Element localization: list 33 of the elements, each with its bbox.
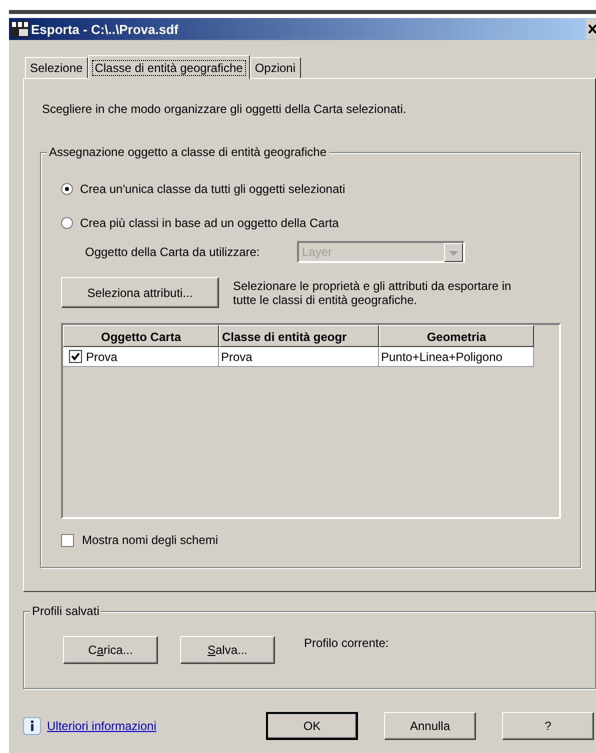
column-header[interactable]: Oggetto Carta: [63, 325, 219, 347]
table-cell: Prova: [221, 350, 252, 364]
tab[interactable]: Opzioni: [250, 57, 300, 78]
tab[interactable]: Classe di entità geografiche: [88, 55, 250, 79]
dialog-button[interactable]: OK: [266, 712, 358, 740]
more-info-link[interactable]: Ulteriori informazioni: [47, 718, 156, 732]
group-title: Assegnazione oggetto a classe di entità geografiche: [47, 145, 329, 159]
table-cell: Punto+Linea+Poligono: [381, 350, 502, 364]
window-title: Esporta - C:\..\Prova.sdf: [31, 22, 178, 36]
current-profile-label: Profilo corrente:: [304, 636, 389, 650]
dialog-button[interactable]: ?: [502, 712, 594, 740]
column-header[interactable]: Geometria: [379, 325, 534, 347]
field-label: Oggetto della Carta da utilizzare:: [85, 245, 261, 259]
checkbox[interactable]: [61, 534, 74, 546]
column-header[interactable]: Classe di entità geogr: [219, 325, 379, 347]
select-attributes-button[interactable]: Seleziona attributi...: [61, 277, 219, 308]
checkbox-label: Mostra nomi degli schemi: [82, 533, 218, 547]
radio-button[interactable]: [61, 217, 73, 229]
radio-button[interactable]: [61, 183, 73, 195]
group-title: Profili salvati: [30, 604, 102, 618]
tab[interactable]: Selezione: [25, 57, 88, 78]
radio-label: Crea più classi in base ad un oggetto della Carta: [80, 216, 339, 230]
intro-text: Scegliere in che modo organizzare gli oggetti della Carta selezionati.: [42, 102, 408, 116]
dialog-button[interactable]: Annulla: [384, 712, 476, 740]
close-icon[interactable]: [586, 19, 596, 39]
app-icon: [11, 21, 29, 37]
radio-label: Crea un'unica classe da tutti gli oggetti selezionati: [80, 182, 346, 196]
profile-button[interactable]: Salva...: [180, 636, 275, 664]
profile-button[interactable]: Carica...: [63, 636, 158, 664]
hint-text: Selezionare le proprietà e gli attributi da esportare in tutte le classi di entità geografiche.: [233, 278, 512, 306]
info-icon: [23, 716, 41, 734]
checkbox[interactable]: [69, 350, 82, 363]
table-cell: Prova: [86, 350, 118, 364]
